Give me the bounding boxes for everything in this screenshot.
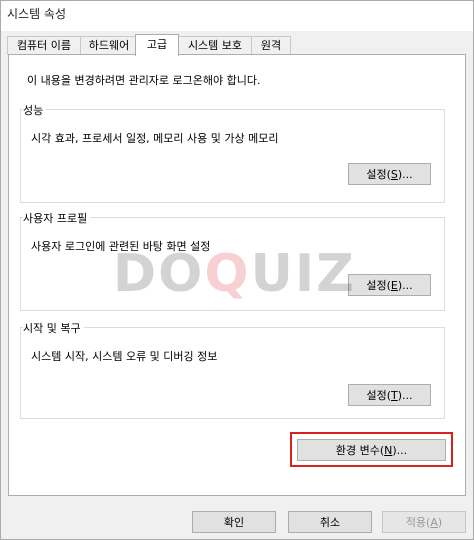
tab-system-protection[interactable]: 시스템 보호 xyxy=(178,36,252,55)
performance-group: 성능 시각 효과, 프로세서 일정, 메모리 사용 및 가상 메모리 설정(S)… xyxy=(20,102,445,203)
startup-recovery-settings-prefix: 설정( xyxy=(366,389,392,402)
apply-suffix: ) xyxy=(437,516,443,529)
title-bar: 시스템 속성 xyxy=(1,1,473,31)
tab-hardware[interactable]: 하드웨어 xyxy=(80,36,138,55)
tab-advanced[interactable]: 고급 xyxy=(135,34,179,56)
tab-computer-name[interactable]: 컴퓨터 이름 xyxy=(7,36,81,55)
env-vars-suffix: )... xyxy=(392,444,408,457)
performance-description: 시각 효과, 프로세서 일정, 메모리 사용 및 가상 메모리 xyxy=(31,132,279,145)
performance-group-title: 성능 xyxy=(23,102,47,118)
cancel-button[interactable]: 취소 xyxy=(288,511,372,533)
ok-button[interactable]: 확인 xyxy=(192,511,276,533)
env-vars-prefix: 환경 변수( xyxy=(335,444,385,457)
user-profiles-group: 사용자 프로필 사용자 로그인에 관련된 바탕 화면 설정 설정(E)... xyxy=(20,210,445,311)
performance-settings-suffix: )... xyxy=(397,168,413,181)
user-profiles-settings-suffix: )... xyxy=(397,279,413,292)
environment-variables-button[interactable]: 환경 변수(N)... xyxy=(297,439,446,461)
advanced-tab-panel: 이 내용을 변경하려면 관리자로 로그온해야 합니다. 성능 시각 효과, 프로… xyxy=(8,54,466,496)
startup-recovery-description: 시스템 시작, 시스템 오류 및 디버깅 정보 xyxy=(31,350,218,363)
window-title: 시스템 속성 xyxy=(7,7,67,21)
startup-recovery-settings-button[interactable]: 설정(T)... xyxy=(348,384,431,406)
apply-button[interactable]: 적용(A) xyxy=(382,511,466,533)
startup-recovery-group-title: 시작 및 복구 xyxy=(23,320,84,336)
startup-recovery-settings-key: T xyxy=(391,389,398,402)
performance-settings-button[interactable]: 설정(S)... xyxy=(348,163,431,185)
user-profiles-settings-prefix: 설정( xyxy=(366,279,391,292)
admin-notice: 이 내용을 변경하려면 관리자로 로그온해야 합니다. xyxy=(27,74,261,87)
apply-prefix: 적용( xyxy=(405,516,431,529)
startup-recovery-settings-suffix: )... xyxy=(397,389,413,402)
apply-key: A xyxy=(430,516,438,529)
tab-remote[interactable]: 원격 xyxy=(251,36,291,55)
system-properties-dialog: 시스템 속성 컴퓨터 이름 하드웨어 고급 시스템 보호 원격 이 내용을 변경… xyxy=(0,0,474,540)
startup-recovery-group: 시작 및 복구 시스템 시작, 시스템 오류 및 디버깅 정보 설정(T)... xyxy=(20,320,445,419)
user-profiles-description: 사용자 로그인에 관련된 바탕 화면 설정 xyxy=(31,240,211,253)
user-profiles-settings-button[interactable]: 설정(E)... xyxy=(348,274,431,296)
user-profiles-settings-key: E xyxy=(390,279,398,292)
performance-settings-key: S xyxy=(390,168,398,181)
performance-settings-prefix: 설정( xyxy=(366,168,391,181)
user-profiles-group-title: 사용자 프로필 xyxy=(23,210,91,226)
